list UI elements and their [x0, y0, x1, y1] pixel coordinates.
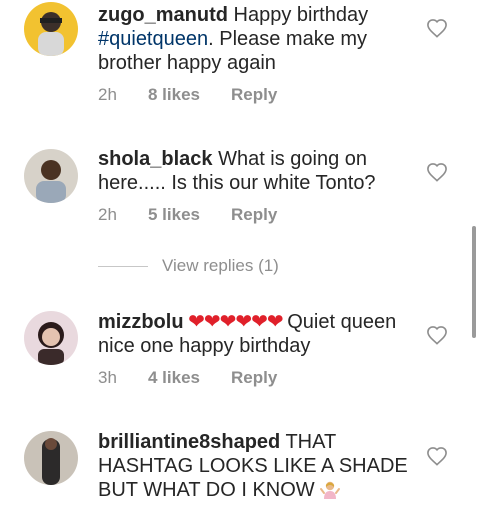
likes-count[interactable]: 5 likes — [148, 205, 200, 225]
red-hearts-emoji: ❤❤❤❤❤❤ — [183, 311, 288, 333]
like-button[interactable] — [426, 18, 448, 38]
comment-text: zugo_manutd Happy birthday #quietqueen. … — [98, 3, 416, 75]
comment-text: brilliantine8shaped THAT HASHTAG LOOKS L… — [98, 430, 416, 502]
heart-outline-icon — [427, 19, 447, 38]
comment-text: mizzbolu ❤❤❤❤❤❤ Quiet queen nice one hap… — [98, 310, 416, 358]
reply-button[interactable]: Reply — [231, 368, 277, 388]
like-button[interactable] — [426, 325, 448, 345]
username[interactable]: shola_black — [98, 148, 213, 170]
username[interactable]: zugo_manutd — [98, 4, 228, 26]
username[interactable]: brilliantine8shaped — [98, 431, 280, 453]
avatar-image — [24, 2, 78, 56]
timestamp: 3h — [98, 368, 117, 387]
avatar[interactable] — [24, 2, 78, 56]
avatar[interactable] — [24, 149, 78, 203]
reply-button[interactable]: Reply — [231, 85, 277, 105]
heart-outline-icon — [427, 163, 447, 182]
hashtag-link[interactable]: #quietqueen — [98, 28, 208, 50]
likes-count[interactable]: 4 likes — [148, 368, 200, 388]
comment-text-part: Happy birthday — [228, 4, 369, 26]
like-button[interactable] — [426, 162, 448, 182]
divider — [98, 266, 148, 267]
view-replies-label: View replies (1) — [162, 256, 279, 275]
reply-button[interactable]: Reply — [231, 205, 277, 225]
avatar-image — [24, 149, 78, 203]
scrollbar[interactable] — [472, 226, 476, 338]
like-button[interactable] — [426, 446, 448, 466]
heart-outline-icon — [427, 326, 447, 345]
avatar-image — [24, 431, 78, 485]
timestamp: 2h — [98, 205, 117, 224]
avatar[interactable] — [24, 431, 78, 485]
timestamp: 2h — [98, 85, 117, 104]
username[interactable]: mizzbolu — [98, 311, 184, 333]
avatar-image — [24, 311, 78, 365]
avatar[interactable] — [24, 311, 78, 365]
heart-outline-icon — [427, 447, 447, 466]
comment-text: shola_black What is going on here..... I… — [98, 147, 416, 195]
likes-count[interactable]: 8 likes — [148, 85, 200, 105]
person-shrugging-emoji — [320, 481, 341, 499]
